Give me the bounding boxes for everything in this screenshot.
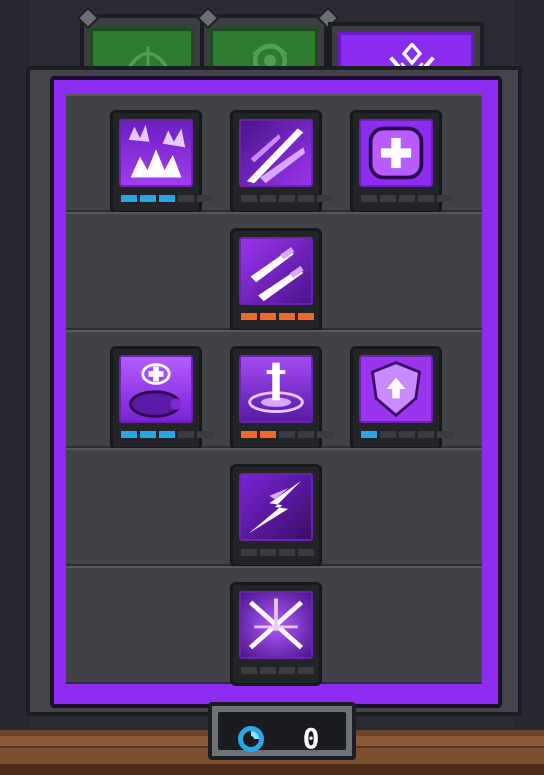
skill-slot[interactable] — [230, 110, 333, 214]
skill-slot[interactable] — [230, 228, 322, 332]
slash-strike-icon — [246, 128, 306, 184]
lightning-dash-icon — [248, 480, 302, 534]
skill-point-counter: 0 — [208, 702, 356, 760]
skill-panel — [50, 76, 502, 708]
skill-level-pips — [121, 431, 213, 438]
skill-level-pips — [241, 195, 333, 202]
burst-spikes-icon — [128, 124, 186, 178]
twin-swords-icon — [250, 247, 304, 302]
skill-level-pips — [241, 431, 333, 438]
sword-aura-icon — [248, 362, 304, 413]
sword-rain-icon — [249, 598, 303, 650]
skill-panel-frame — [26, 66, 522, 716]
skill-level-pips — [121, 195, 213, 202]
skill-point-amount: 0 — [302, 722, 320, 755]
heal-cross-icon — [368, 126, 424, 180]
skill-slot[interactable] — [110, 110, 213, 214]
skill-row-2 — [66, 212, 482, 332]
skill-row-3 — [66, 330, 482, 450]
heal-pet-icon — [129, 363, 182, 418]
shield-up-icon — [370, 361, 422, 418]
skill-level-pips — [241, 549, 314, 556]
skill-slot[interactable] — [230, 464, 322, 568]
skill-slot[interactable] — [230, 582, 322, 686]
skill-slot[interactable] — [350, 346, 453, 450]
skill-row-5 — [66, 566, 482, 686]
skill-tree — [66, 94, 482, 686]
skill-point-gem-icon — [238, 726, 264, 752]
skill-level-pips — [361, 431, 453, 438]
skill-slot[interactable] — [110, 346, 213, 450]
skill-row-4 — [66, 448, 482, 568]
skill-level-pips — [241, 667, 314, 674]
skill-level-pips — [241, 313, 314, 320]
skill-row-1 — [66, 94, 482, 214]
skill-slot[interactable] — [350, 110, 453, 214]
skill-slot[interactable] — [230, 346, 333, 450]
skill-level-pips — [361, 195, 453, 202]
